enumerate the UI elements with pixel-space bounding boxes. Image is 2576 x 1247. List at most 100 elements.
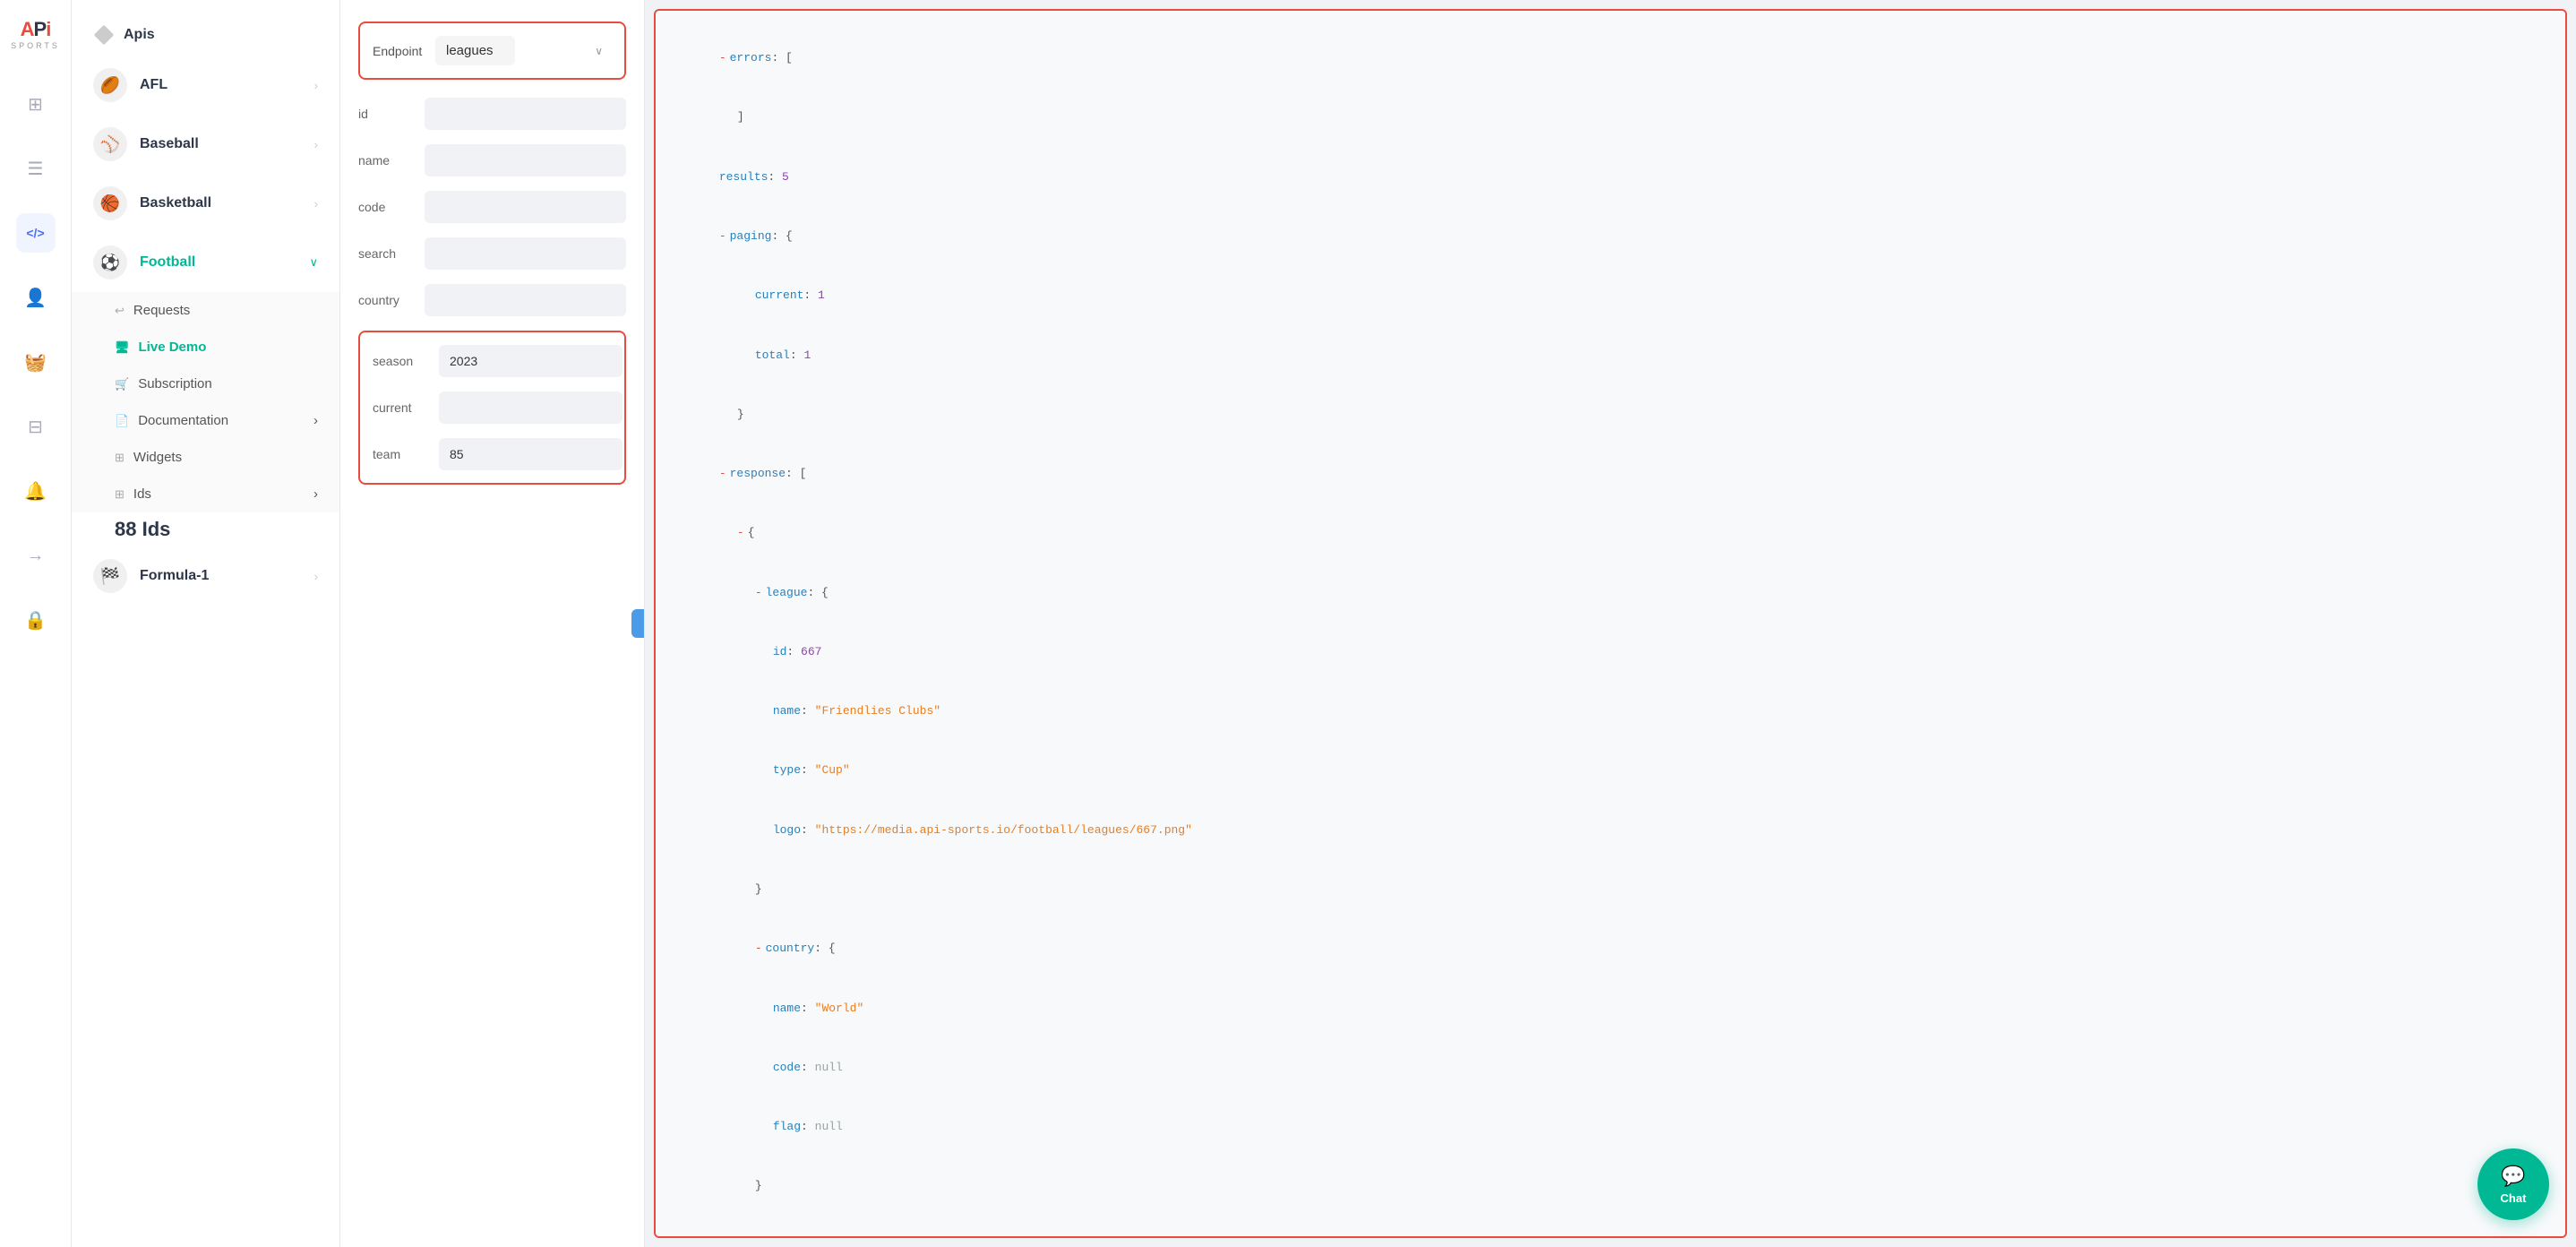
sidebar-item-widgets-label: Widgets	[133, 450, 182, 465]
football-icon: ⚽	[93, 245, 127, 280]
sidebar-item-live-demo-label: Live Demo	[139, 340, 207, 355]
sidebar-item-ids-label: Ids	[133, 486, 151, 502]
table-icon[interactable]: ☰	[16, 149, 56, 188]
documentation-icon: 📄	[115, 414, 129, 428]
code-icon[interactable]: </>	[16, 213, 56, 253]
sidebar-item-88ids[interactable]: 88 Ids	[72, 512, 339, 546]
afl-chevron-icon: ›	[314, 79, 318, 92]
json-line-paging-close: }	[677, 385, 2544, 444]
field-country-input[interactable]	[425, 284, 626, 316]
json-line-total: total: 1	[677, 325, 2544, 384]
json-line-country-flag: flag: null	[677, 1097, 2544, 1157]
sidebar-88ids-label: 88 Ids	[115, 518, 170, 541]
json-line-current1: current: 1	[677, 266, 2544, 325]
sidebar-item-documentation[interactable]: 📄 Documentation ›	[72, 402, 339, 439]
sidebar-item-subscription-label: Subscription	[138, 376, 212, 391]
sidebar-item-basketball[interactable]: 🏀 Basketball ›	[72, 174, 339, 233]
endpoint-select[interactable]: leagues fixtures standings players teams	[435, 36, 515, 65]
formula1-chevron-icon: ›	[314, 570, 318, 583]
sidebar-item-formula1[interactable]: 🏁 Formula-1 ›	[72, 546, 339, 606]
basket-icon[interactable]: 🧺	[16, 342, 56, 382]
field-id-label: id	[358, 98, 412, 121]
lock-icon[interactable]: 🔒	[16, 600, 56, 640]
diamond-icon	[94, 25, 115, 46]
sidebar-item-requests[interactable]: ↩ Requests	[72, 292, 339, 329]
json-line-country-name: name: "World"	[677, 979, 2544, 1038]
json-line-item-open: -{	[677, 503, 2544, 563]
user-icon[interactable]: 👤	[16, 278, 56, 317]
main-content: Endpoint leagues fixtures standings play…	[340, 0, 2576, 1247]
logo-subtitle: SPORTS	[11, 41, 60, 50]
field-name-input[interactable]	[425, 144, 626, 176]
json-line-league-name: name: "Friendlies Clubs"	[677, 682, 2544, 741]
sidebar-item-formula1-label: Formula-1	[140, 568, 302, 584]
field-row-country: country	[358, 284, 626, 316]
modules-icon[interactable]: ⊟	[16, 407, 56, 446]
football-subnav: ↩ Requests 🖥 Live Demo 🛒 Subscription 📄 …	[72, 292, 339, 512]
basketball-icon: 🏀	[93, 186, 127, 220]
sidebar-item-football-label: Football	[140, 254, 296, 271]
json-line-errors-close: ]	[677, 88, 2544, 147]
export-icon[interactable]: →	[16, 536, 56, 575]
field-name-label: name	[358, 144, 412, 168]
field-code-input[interactable]	[425, 191, 626, 223]
json-line-country: -country: {	[677, 919, 2544, 978]
field-season-input[interactable]	[439, 345, 623, 377]
basketball-chevron-icon: ›	[314, 197, 318, 211]
field-current-input[interactable]	[439, 391, 623, 424]
sidebar-item-live-demo[interactable]: 🖥 Live Demo	[72, 329, 339, 366]
json-line-league-logo: logo: "https://media.api-sports.io/footb…	[677, 801, 2544, 860]
baseball-icon: ⚾	[93, 127, 127, 161]
sidebar-item-afl-label: AFL	[140, 77, 302, 93]
field-row-search: search	[358, 237, 626, 270]
grid-icon[interactable]: ⊞	[16, 84, 56, 124]
field-search-input[interactable]	[425, 237, 626, 270]
json-line-response: -response: [	[677, 444, 2544, 503]
sidebar-item-apis[interactable]: Apis	[72, 14, 339, 56]
chat-button[interactable]: 💬 Chat	[2477, 1148, 2549, 1220]
field-code-label: code	[358, 191, 412, 214]
sidebar-item-widgets[interactable]: ⊞ Widgets	[72, 439, 339, 476]
json-line-seasons: -seasons: [	[677, 1217, 2544, 1238]
live-demo-icon: 🖥	[115, 340, 130, 355]
field-row-season: season	[373, 345, 612, 377]
icon-sidebar: APi SPORTS ⊞ ☰ </> 👤 🧺 ⊟ 🔔 → 🔒	[0, 0, 72, 1247]
sidebar-item-baseball[interactable]: ⚾ Baseball ›	[72, 115, 339, 174]
sidebar-item-ids[interactable]: ⊞ Ids ›	[72, 476, 339, 512]
endpoint-label: Endpoint	[373, 44, 426, 58]
collapse-button[interactable]: ‹	[631, 609, 645, 638]
field-row-team: team	[373, 438, 612, 470]
field-row-id: id	[358, 98, 626, 130]
field-team-input[interactable]	[439, 438, 623, 470]
field-country-label: country	[358, 284, 412, 307]
sidebar-item-apis-label: Apis	[124, 27, 155, 43]
field-id-input[interactable]	[425, 98, 626, 130]
documentation-chevron-icon: ›	[313, 413, 318, 428]
bell-icon[interactable]: 🔔	[16, 471, 56, 511]
sidebar-item-baseball-label: Baseball	[140, 136, 302, 152]
field-season-label: season	[373, 345, 426, 368]
endpoint-select-wrapper: leagues fixtures standings players teams…	[435, 36, 612, 65]
sidebar-item-subscription[interactable]: 🛒 Subscription	[72, 366, 339, 402]
formula1-icon: 🏁	[93, 559, 127, 593]
select-chevron-icon: ∨	[595, 45, 603, 57]
form-panel: Endpoint leagues fixtures standings play…	[340, 0, 645, 1247]
json-line-league-id: id: 667	[677, 623, 2544, 682]
json-line-league-type: type: "Cup"	[677, 741, 2544, 800]
field-current-label: current	[373, 391, 426, 415]
football-chevron-icon: ∨	[309, 255, 318, 270]
sidebar-item-documentation-label: Documentation	[138, 413, 228, 428]
field-row-code: code	[358, 191, 626, 223]
json-line-country-close: }	[677, 1157, 2544, 1216]
json-line-results: results: 5	[677, 148, 2544, 207]
nav-sidebar: Apis 🏉 AFL › ⚾ Baseball › 🏀 Basketball ›…	[72, 0, 340, 1247]
field-row-name: name	[358, 144, 626, 176]
sidebar-item-football[interactable]: ⚽ Football ∨	[72, 233, 339, 292]
endpoint-box: Endpoint leagues fixtures standings play…	[358, 22, 626, 80]
widgets-icon: ⊞	[115, 451, 125, 465]
logo: APi SPORTS	[11, 18, 60, 50]
sidebar-item-afl[interactable]: 🏉 AFL ›	[72, 56, 339, 115]
sidebar-item-requests-label: Requests	[133, 303, 190, 318]
sidebar-item-basketball-label: Basketball	[140, 195, 302, 211]
json-line-league-close: }	[677, 860, 2544, 919]
